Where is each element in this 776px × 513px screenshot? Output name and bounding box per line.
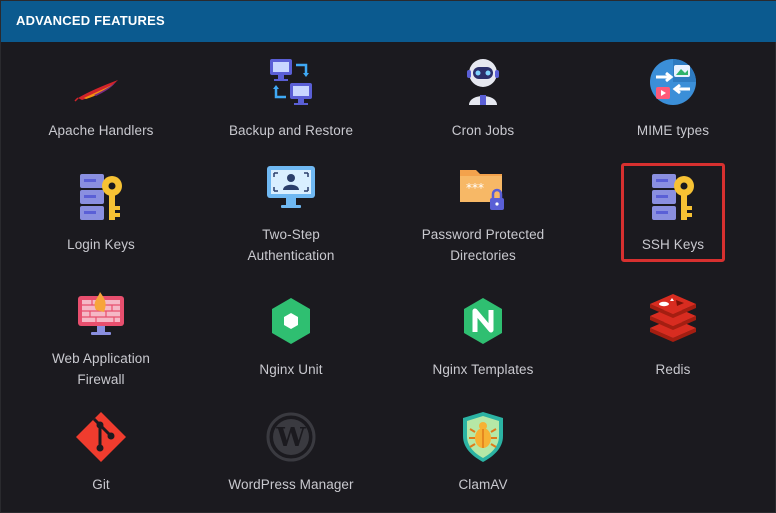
green-hexagon-icon [264,294,318,348]
firewall-icon [74,288,128,342]
shield-bug-icon [456,410,510,464]
redis-link[interactable]: Redis [593,282,753,392]
item-label: Backup and Restore [228,123,354,138]
nginx-templates-link[interactable]: Nginx Templates [403,282,563,392]
sync-monitors-icon [264,55,318,109]
features-grid: Apache Handlers Backup and Restore Cron … [1,42,776,513]
feather-icon [74,64,128,118]
item-label: Redis [655,362,691,377]
web-application-firewall-link[interactable]: Web Application Firewall [21,282,181,392]
item-label-multiline: Two-Step Authentication [247,227,335,263]
svg-text:W: W [275,423,306,453]
clamav-link[interactable]: ClamAV [403,402,563,512]
item-label: Nginx Unit [259,362,323,377]
item-label-multiline: Web Application Firewall [51,351,151,387]
item-label: Cron Jobs [451,123,515,138]
server-key-icon [74,172,128,226]
two-step-authentication-link[interactable]: Two-Step Authentication [211,160,371,270]
item-label: Login Keys [67,237,135,252]
item-label: Apache Handlers [48,123,154,138]
locked-folder-icon: *** [456,162,510,216]
login-keys-link[interactable]: Login Keys [21,160,181,270]
nginx-n-icon [456,294,510,348]
cron-jobs-link[interactable]: Cron Jobs [403,52,563,152]
nginx-unit-link[interactable]: Nginx Unit [211,282,371,392]
item-label: Nginx Templates [432,362,534,377]
panel-header: ADVANCED FEATURES [1,1,776,42]
wordpress-icon: W [264,410,318,464]
advanced-features-panel: ADVANCED FEATURES Apache Handlers Backup… [0,0,776,513]
selection-highlight [621,163,725,262]
wordpress-manager-link[interactable]: W WordPress Manager [211,402,371,512]
apache-handlers-link[interactable]: Apache Handlers [21,52,181,152]
item-label: ClamAV [458,477,508,492]
robot-icon [456,55,510,109]
redis-stack-icon [646,292,700,346]
item-label: Git [92,477,110,492]
panel-title: ADVANCED FEATURES [16,13,165,28]
git-icon [74,410,128,464]
git-link[interactable]: Git [21,402,181,512]
arrows-circle-icon [646,55,700,109]
mime-types-link[interactable]: MIME types [593,52,753,152]
item-label: WordPress Manager [228,477,354,492]
item-label: MIME types [636,123,710,138]
monitor-user-icon [264,162,318,216]
password-protected-directories-link[interactable]: *** Password Protected Directories [403,160,563,270]
backup-and-restore-link[interactable]: Backup and Restore [211,52,371,152]
item-label-multiline: Password Protected Directories [421,227,545,263]
svg-text:***: *** [466,181,484,195]
